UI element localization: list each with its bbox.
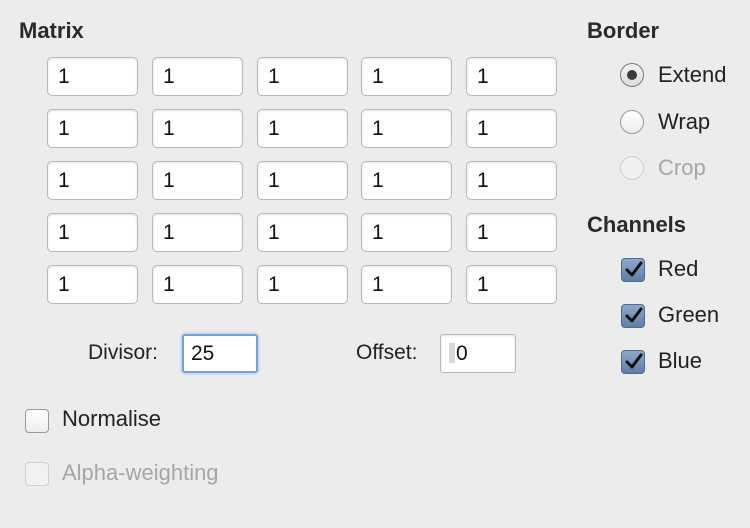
matrix-cell-r1c1[interactable]: 1 bbox=[47, 57, 138, 96]
channels-heading: Channels bbox=[587, 212, 687, 237]
border-crop-label: Crop bbox=[658, 155, 706, 180]
matrix-cell-r3c4[interactable]: 1 bbox=[361, 161, 452, 200]
checkmark-icon bbox=[625, 353, 643, 369]
matrix-cell-r3c5[interactable]: 1 bbox=[466, 161, 557, 200]
matrix-cell-r5c1[interactable]: 1 bbox=[47, 265, 138, 304]
offset-input[interactable]: 0 bbox=[440, 334, 516, 373]
channel-blue-checkbox[interactable] bbox=[621, 350, 645, 374]
border-extend-label[interactable]: Extend bbox=[658, 62, 727, 88]
channel-red-label[interactable]: Red bbox=[658, 256, 698, 282]
normalise-checkbox[interactable] bbox=[25, 409, 49, 433]
matrix-cell-r4c1[interactable]: 1 bbox=[47, 213, 138, 252]
normalise-label[interactable]: Normalise bbox=[62, 406, 161, 432]
matrix-cell-r1c2[interactable]: 1 bbox=[152, 57, 243, 96]
divisor-label: Divisor: bbox=[88, 341, 159, 364]
border-wrap-label[interactable]: Wrap bbox=[658, 109, 710, 135]
matrix-cell-r1c3[interactable]: 1 bbox=[257, 57, 348, 96]
matrix-cell-r5c5[interactable]: 1 bbox=[466, 265, 557, 304]
matrix-cell-r1c4[interactable]: 1 bbox=[361, 57, 452, 96]
matrix-cell-r2c1[interactable]: 1 bbox=[47, 109, 138, 148]
matrix-cell-r4c3[interactable]: 1 bbox=[257, 213, 348, 252]
channel-red-checkbox[interactable] bbox=[621, 258, 645, 282]
matrix-cell-r1c5[interactable]: 1 bbox=[466, 57, 557, 96]
channel-blue-label[interactable]: Blue bbox=[658, 348, 702, 374]
matrix-cell-r5c4[interactable]: 1 bbox=[361, 265, 452, 304]
offset-label: Offset: bbox=[356, 341, 418, 364]
channel-green-checkbox[interactable] bbox=[621, 304, 645, 328]
matrix-cell-r2c2[interactable]: 1 bbox=[152, 109, 243, 148]
matrix-heading: Matrix bbox=[19, 18, 84, 43]
border-wrap-radio[interactable] bbox=[620, 110, 644, 134]
matrix-cell-r3c1[interactable]: 1 bbox=[47, 161, 138, 200]
matrix-cell-r5c3[interactable]: 1 bbox=[257, 265, 348, 304]
matrix-cell-r2c3[interactable]: 1 bbox=[257, 109, 348, 148]
checkmark-icon bbox=[625, 261, 643, 277]
matrix-cell-r2c4[interactable]: 1 bbox=[361, 109, 452, 148]
offset-value: 0 bbox=[456, 342, 468, 365]
matrix-cell-r3c2[interactable]: 1 bbox=[152, 161, 243, 200]
checkmark-icon bbox=[625, 307, 643, 323]
border-extend-radio[interactable] bbox=[620, 63, 644, 87]
alpha-weighting-checkbox[interactable] bbox=[25, 462, 49, 486]
border-heading: Border bbox=[587, 18, 660, 43]
channel-green-label[interactable]: Green bbox=[658, 302, 719, 328]
alpha-weighting-label: Alpha-weighting bbox=[62, 460, 219, 485]
matrix-cell-r4c2[interactable]: 1 bbox=[152, 213, 243, 252]
divisor-input[interactable]: 25 bbox=[182, 334, 258, 373]
border-crop-radio[interactable] bbox=[620, 156, 644, 180]
matrix-cell-r3c3[interactable]: 1 bbox=[257, 161, 348, 200]
text-caret bbox=[449, 343, 455, 363]
matrix-cell-r2c5[interactable]: 1 bbox=[466, 109, 557, 148]
matrix-cell-r5c2[interactable]: 1 bbox=[152, 265, 243, 304]
matrix-cell-r4c4[interactable]: 1 bbox=[361, 213, 452, 252]
matrix-cell-r4c5[interactable]: 1 bbox=[466, 213, 557, 252]
